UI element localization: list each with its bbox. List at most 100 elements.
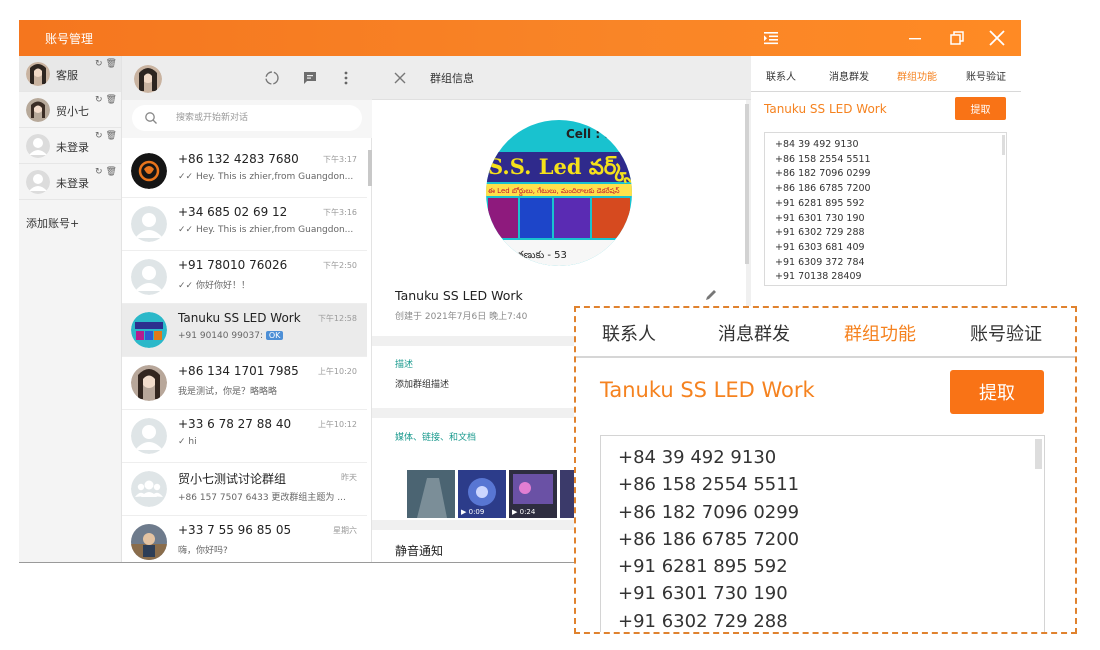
chat-name: Tanuku SS LED Work: [178, 311, 301, 325]
chat-item[interactable]: +91 78010 76026 下午2:50 ✓✓ 你好你好！！: [122, 251, 367, 304]
account-ops[interactable]: ↻🗑: [95, 131, 120, 141]
minimize-icon[interactable]: [903, 26, 927, 50]
chat-name: +91 78010 76026: [178, 258, 288, 272]
add-account-button[interactable]: 添加账号+: [26, 215, 79, 231]
phone-list[interactable]: +84 39 492 9130 +86 158 2554 5511 +86 18…: [764, 132, 1007, 286]
menu-icon[interactable]: [763, 30, 779, 46]
chat-preview: 我是测试，你是？略略略: [178, 387, 278, 397]
phone-number: +91 6281 895 592: [775, 197, 865, 209]
media-thumbnail[interactable]: ▶ 0:09: [458, 470, 506, 518]
restore-icon[interactable]: [945, 26, 969, 50]
search-bar: [122, 100, 372, 138]
tab-group-functions[interactable]: 群组功能: [844, 320, 916, 346]
group-info-header: 群组信息: [372, 56, 751, 100]
account-item[interactable]: 未登录 ↻🗑: [19, 128, 121, 164]
svg-text:ఈ Led బోర్డులు, గేటులు, మందిరా: ఈ Led బోర్డులు, గేటులు, మందిరాలకు డెకరేష…: [488, 187, 620, 196]
chat-item[interactable]: +33 7 55 96 85 05 星期六 嗨，你好吗?: [122, 516, 367, 562]
search-input[interactable]: [176, 109, 356, 127]
account-ops[interactable]: ↻🗑: [95, 167, 120, 177]
media-thumbnail[interactable]: ▶ 0:24: [509, 470, 557, 518]
chat-time: 下午3:16: [323, 208, 357, 217]
phone-number: +86 186 6785 7200: [775, 183, 871, 195]
chat-item[interactable]: +86 132 4283 7680 下午3:17 ✓✓ Hey. This is…: [122, 145, 367, 198]
phone-number: +91 6302 729 288: [618, 610, 788, 632]
chat-preview: 嗨，你好吗?: [178, 546, 228, 556]
close-icon[interactable]: [392, 70, 408, 86]
zoom-callout: 联系人 消息群发 群组功能 账号验证 Tanuku SS LED Work 提取…: [574, 306, 1077, 634]
phone-number: +86 186 6785 7200: [618, 528, 800, 550]
video-thumbnail-image: [560, 470, 574, 518]
group-profile-card: Cell : 9 S.S. Led వర్క్స్ ఈ Led బోర్డులు…: [372, 100, 746, 336]
group-name: Tanuku SS LED Work: [395, 288, 523, 303]
phone-number: +91 70138 28409: [775, 271, 862, 283]
search-box[interactable]: [132, 105, 362, 131]
phone-number: +91 6281 895 592: [618, 556, 788, 578]
group-info-scrollbar[interactable]: [745, 104, 749, 264]
phone-number: +91 6303 681 409: [775, 241, 865, 253]
edit-pencil-icon[interactable]: [704, 288, 718, 302]
title-bar: 账号管理: [19, 20, 1021, 56]
svg-text:S.S. Led వర్క్స్: S.S. Led వర్క్స్: [488, 154, 632, 183]
chat-name: +34 685 02 69 12: [178, 205, 288, 219]
chat-name: +33 6 78 27 88 40: [178, 417, 292, 431]
more-menu-icon[interactable]: [338, 70, 354, 86]
chat-preview: ✓✓ Hey. This is zhier,from Guangdon...: [178, 225, 354, 235]
phone-number: +91 6302 729 288: [775, 227, 865, 239]
tab-broadcast[interactable]: 消息群发: [718, 320, 790, 346]
chat-name: 贸小七测试讨论群组: [178, 472, 287, 486]
group-created-date: 创建于 2021年7月6日 晚上7:40: [395, 312, 528, 322]
new-chat-icon[interactable]: [302, 70, 318, 86]
tab-account-verify[interactable]: 账号验证: [970, 320, 1042, 346]
chat-time: 下午3:17: [323, 155, 357, 164]
extract-button[interactable]: 提取: [950, 370, 1044, 414]
chat-time: 昨天: [341, 473, 357, 482]
account-name: 未登录: [56, 177, 89, 190]
account-item[interactable]: 客服 ↻🗑: [19, 56, 121, 92]
tab-broadcast[interactable]: 消息群发: [829, 68, 869, 83]
avatar: [26, 98, 50, 122]
group-avatar-icon: [131, 471, 167, 507]
avatar: [26, 134, 50, 158]
avatar: [131, 312, 167, 348]
tab-account-verify[interactable]: 账号验证: [966, 68, 1006, 83]
account-name: 客服: [56, 69, 78, 82]
tab-contacts[interactable]: 联系人: [766, 68, 796, 83]
close-icon[interactable]: [985, 26, 1009, 50]
chat-item[interactable]: 贸小七测试讨论群组 昨天 +86 157 7507 6433 更改群组主题为 .…: [122, 463, 367, 516]
account-ops[interactable]: ↻🗑: [95, 59, 120, 69]
status-icon[interactable]: [264, 70, 280, 86]
svg-text:తణుకు - 53: తణుకు - 53: [516, 250, 567, 261]
chat-item[interactable]: Tanuku SS LED Work 下午12:58 +91 90140 990…: [122, 304, 367, 357]
phone-list[interactable]: +84 39 492 9130 +86 158 2554 5511 +86 18…: [600, 435, 1045, 632]
chat-time: 下午12:58: [317, 314, 357, 323]
chat-list-panel: +86 132 4283 7680 下午3:17 ✓✓ Hey. This is…: [122, 56, 372, 562]
video-duration-value: 0:24: [519, 508, 536, 516]
add-description-link[interactable]: 添加群组描述: [395, 377, 449, 390]
extract-button[interactable]: 提取: [955, 97, 1006, 120]
phone-list-scrollbar[interactable]: [1002, 135, 1005, 155]
group-picture[interactable]: Cell : 9 S.S. Led వర్క్స్ ఈ Led బోర్డులు…: [486, 120, 632, 266]
media-thumbnail[interactable]: [407, 470, 455, 518]
avatar: [131, 524, 167, 560]
chat-item[interactable]: +34 685 02 69 12 下午3:16 ✓✓ Hey. This is …: [122, 198, 367, 251]
account-name: 贸小七: [56, 105, 89, 118]
avatar: [131, 418, 167, 454]
chat-time: 上午10:12: [317, 420, 357, 429]
mute-notifications[interactable]: 静音通知: [395, 542, 443, 559]
chat-item[interactable]: +33 6 78 27 88 40 上午10:12 ✓ hi: [122, 410, 367, 463]
avatar: [131, 206, 167, 242]
tab-group-functions[interactable]: 群组功能: [897, 68, 937, 83]
svg-text:Cell : 9: Cell : 9: [566, 127, 613, 141]
account-ops[interactable]: ↻🗑: [95, 95, 120, 105]
avatar[interactable]: [134, 65, 162, 93]
account-item[interactable]: 贸小七 ↻🗑: [19, 92, 121, 128]
chat-name: +86 134 1701 7985: [178, 364, 299, 378]
phone-list-scrollbar[interactable]: [1035, 439, 1042, 469]
account-item[interactable]: 未登录 ↻🗑: [19, 164, 121, 200]
chat-item[interactable]: +86 134 1701 7985 上午10:20 我是测试，你是？略略略: [122, 357, 367, 410]
media-thumbnail[interactable]: [560, 470, 574, 518]
media-label[interactable]: 媒体、链接、和文档: [395, 430, 476, 443]
phone-number: +86 158 2554 5511: [775, 153, 871, 165]
tab-contacts[interactable]: 联系人: [602, 320, 656, 346]
phone-number: +86 158 2554 5511: [618, 474, 800, 496]
